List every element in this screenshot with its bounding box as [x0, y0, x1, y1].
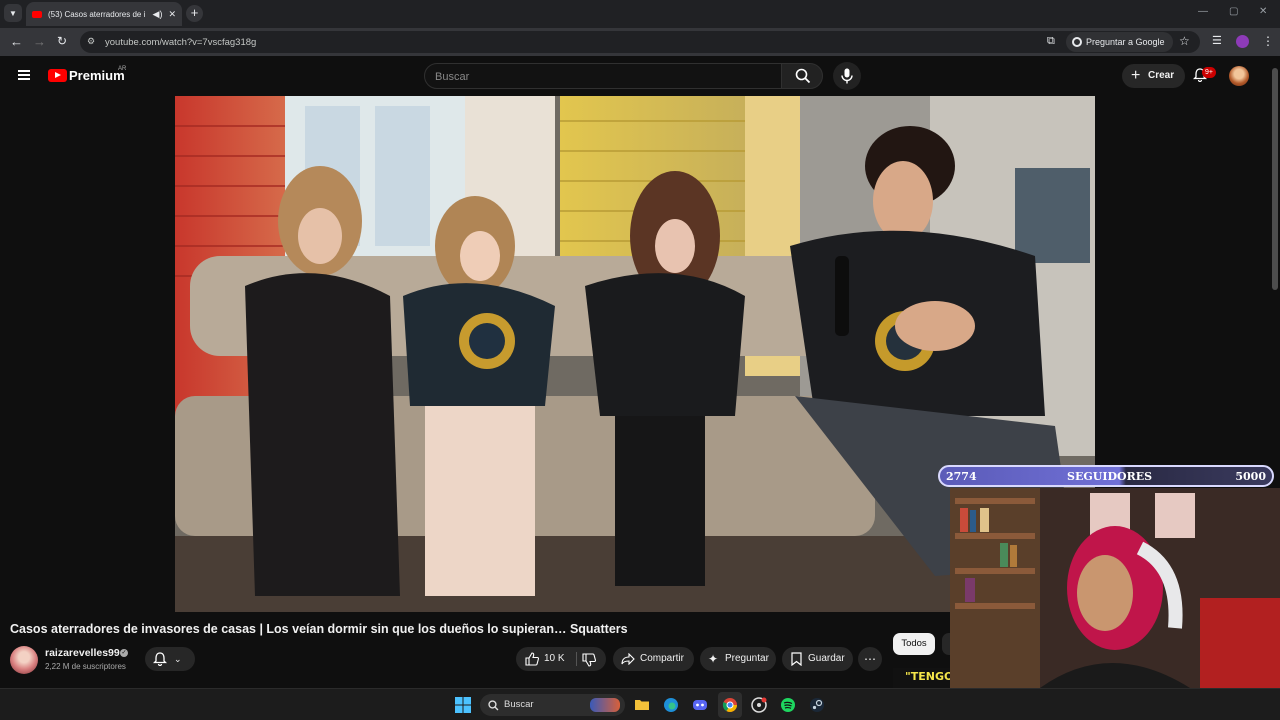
chevron-down-icon: ⌄	[174, 654, 182, 664]
followers-goal: 5000	[1235, 470, 1266, 483]
more-icon: ⋯	[864, 652, 876, 666]
plus-icon: +	[1131, 67, 1141, 84]
chrome-icon[interactable]	[722, 697, 738, 713]
logo-text[interactable]: Premium	[69, 68, 125, 83]
browser-toolbar: ← → ↻ ⚙ youtube.com/watch?v=7vscfag318g …	[0, 28, 1280, 56]
youtube-favicon-icon	[32, 10, 42, 18]
followers-label: SEGUIDORES	[1067, 470, 1153, 483]
search-placeholder: Buscar	[435, 71, 470, 83]
ask-button[interactable]: ✦ Preguntar	[700, 647, 776, 671]
youtube-logo-icon[interactable]	[48, 69, 67, 82]
tab-title: (53) Casos aterradores de i	[48, 9, 146, 19]
avatar[interactable]	[1229, 66, 1249, 86]
share-label: Compartir	[640, 653, 684, 664]
profile-icon[interactable]	[1236, 35, 1249, 48]
recommendation-thumbnail-partial[interactable]: "TENGO	[893, 668, 950, 688]
taskbar-search[interactable]: Buscar	[480, 694, 625, 716]
new-tab-button[interactable]: +	[186, 5, 203, 22]
like-divider	[576, 652, 577, 666]
maximize-button[interactable]: ▢	[1229, 6, 1238, 17]
tab-search-button[interactable]: ▼	[4, 4, 22, 22]
steam-icon[interactable]	[809, 697, 825, 713]
more-actions-button[interactable]: ⋯	[858, 647, 882, 671]
mic-icon	[841, 68, 853, 84]
subscriber-count: 2,22 M de suscriptores	[45, 662, 126, 671]
reload-icon[interactable]: ↻	[57, 34, 67, 48]
browser-tab-strip: ▼ (53) Casos aterradores de i ◀) ✕ + — ▢…	[0, 0, 1280, 28]
scrollbar-thumb[interactable]	[1272, 68, 1278, 290]
search-icon	[795, 68, 811, 84]
chip-all[interactable]: Todos	[893, 633, 935, 655]
install-icon[interactable]: ⧉	[1047, 35, 1055, 48]
speaker-icon[interactable]: ◀)	[153, 9, 163, 20]
youtube-header: Premium AR Buscar + Crear 9+	[0, 56, 1270, 96]
reading-list-icon[interactable]: ☰	[1212, 34, 1222, 47]
voice-search-button[interactable]	[833, 62, 861, 90]
country-code: AR	[118, 66, 127, 72]
taskbar-search-label: Buscar	[504, 699, 534, 710]
discord-icon[interactable]	[692, 697, 708, 713]
edge-icon[interactable]	[663, 697, 679, 713]
webcam-image	[950, 488, 1280, 688]
create-label: Crear	[1148, 70, 1175, 81]
search-input[interactable]: Buscar	[424, 63, 782, 89]
ask-google-label: Preguntar a Google	[1086, 37, 1165, 47]
chip-next-partial[interactable]	[942, 633, 950, 655]
url-text[interactable]: youtube.com/watch?v=7vscfag318g	[105, 37, 256, 48]
bookmark-icon	[791, 652, 802, 666]
star-icon[interactable]: ☆	[1179, 34, 1190, 48]
kebab-icon[interactable]: ⋮	[1262, 34, 1274, 48]
back-icon[interactable]: ←	[10, 34, 23, 49]
webcam-overlay	[950, 488, 1280, 688]
channel-avatar[interactable]	[10, 646, 38, 674]
follower-goal-bar: 2774 SEGUIDORES 5000	[938, 465, 1274, 487]
thumbs-up-icon	[525, 652, 539, 666]
create-button[interactable]: + Crear	[1122, 64, 1186, 88]
share-button[interactable]: Compartir	[613, 647, 694, 671]
windows-taskbar: Buscar	[0, 688, 1280, 720]
ask-label: Preguntar	[725, 653, 769, 664]
spotify-icon[interactable]	[780, 697, 796, 713]
channel-name[interactable]: raizarevelles99	[45, 647, 120, 659]
forward-icon[interactable]: →	[33, 34, 46, 49]
like-count: 10 K	[544, 653, 565, 664]
folder-icon[interactable]	[634, 697, 650, 713]
hamburger-icon[interactable]	[18, 70, 30, 80]
ask-google-button[interactable]: Preguntar a Google	[1066, 32, 1173, 52]
close-icon[interactable]: ✕	[168, 9, 176, 20]
google-lens-icon	[1072, 37, 1082, 47]
sparkle-icon: ✦	[708, 652, 719, 666]
plus-icon: +	[190, 5, 199, 20]
thumbs-down-icon[interactable]	[582, 653, 596, 667]
search-button[interactable]	[781, 63, 823, 89]
video-title: Casos aterradores de invasores de casas …	[10, 622, 628, 636]
thumbnail-text: "TENGO	[905, 670, 950, 683]
like-dislike-group: 10 K	[516, 647, 606, 671]
verified-check-icon: ✓	[120, 649, 128, 657]
window-close-button[interactable]: ✕	[1259, 6, 1267, 17]
browser-tab-active[interactable]: (53) Casos aterradores de i ◀) ✕	[26, 2, 182, 26]
bell-icon	[153, 652, 167, 666]
save-button[interactable]: Guardar	[782, 647, 853, 671]
windows-icon[interactable]	[455, 697, 471, 713]
search-icon	[488, 700, 499, 711]
share-icon	[621, 653, 635, 665]
save-label: Guardar	[808, 653, 845, 664]
steam-alt-icon[interactable]	[751, 697, 767, 713]
subscribe-notifications-button[interactable]: ⌄	[145, 647, 195, 671]
chevron-down-icon: ▼	[9, 8, 17, 18]
notifications-badge: 9+	[1202, 67, 1216, 78]
site-info-icon[interactable]: ⚙	[87, 36, 95, 47]
minimize-button[interactable]: —	[1198, 6, 1208, 17]
search-highlight-icon	[590, 698, 620, 712]
followers-current: 2774	[946, 470, 977, 483]
